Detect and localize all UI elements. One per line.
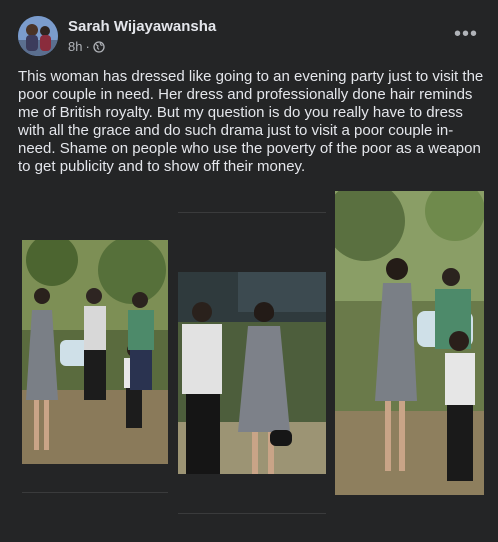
post-header: Sarah Wijayawansha 8h · ••• — [18, 16, 484, 60]
more-options-icon[interactable]: ••• — [452, 20, 480, 48]
author-name[interactable]: Sarah Wijayawansha — [68, 18, 216, 35]
post-text: This woman has dressed like going to an … — [18, 68, 484, 175]
divider — [22, 492, 168, 493]
post-card: Sarah Wijayawansha 8h · ••• This woman h… — [0, 0, 498, 542]
divider — [178, 212, 326, 213]
globe-icon[interactable] — [93, 40, 105, 53]
post-photo-3[interactable] — [335, 191, 484, 495]
post-time[interactable]: 8h — [68, 39, 82, 54]
post-photo-2[interactable] — [178, 272, 326, 474]
divider — [178, 513, 326, 514]
avatar[interactable] — [18, 16, 58, 56]
meta-dot: · — [85, 39, 90, 54]
post-meta: 8h · — [68, 39, 105, 54]
photo-grid — [0, 188, 498, 542]
post-photo-1[interactable] — [22, 240, 168, 464]
